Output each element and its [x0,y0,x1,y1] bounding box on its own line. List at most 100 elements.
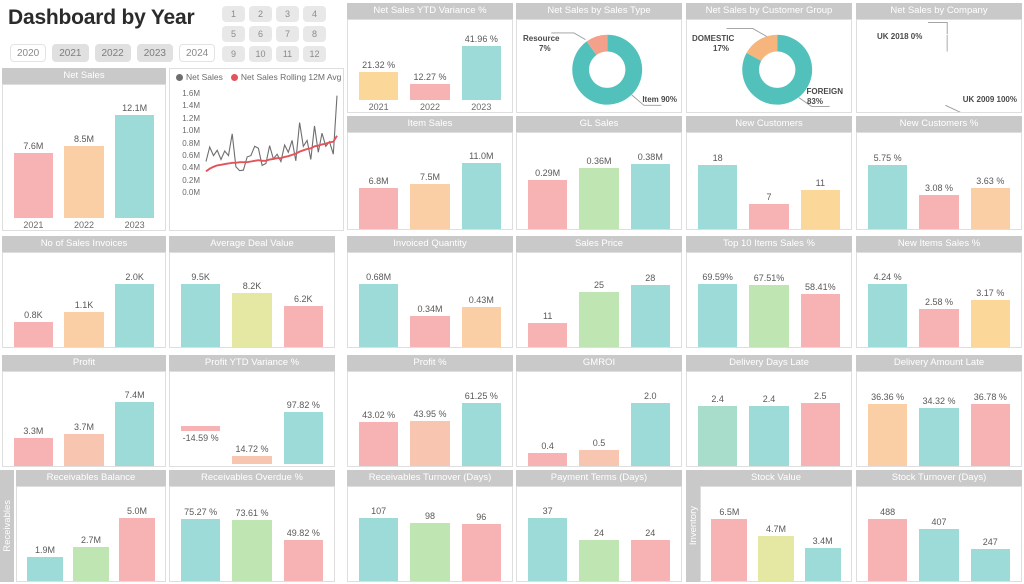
bar-column[interactable]: 11 [522,253,573,347]
bar-column[interactable]: 24 [574,487,625,581]
bar-column[interactable]: 6.8M [353,133,404,229]
bar-column[interactable]: 3.17 % [965,253,1016,347]
month-button-12[interactable]: 12 [303,46,326,62]
bar-rect[interactable] [711,518,748,581]
bar-column[interactable]: 18 [692,133,743,229]
bar-column[interactable]: 11.0M [456,133,507,229]
bar-rect[interactable] [358,421,399,466]
bar-rect[interactable] [697,164,738,229]
bar-column[interactable]: 0.68M [353,253,404,347]
bar-column[interactable]: 5.0M [114,487,160,581]
bar-rect[interactable] [970,549,1011,581]
bar-rect[interactable] [64,145,104,218]
bar-rect[interactable] [358,518,399,581]
bar-rect[interactable] [64,312,104,347]
bar-column[interactable]: 488 [862,487,913,581]
bar-column[interactable]: 25 [574,253,625,347]
bar-column[interactable]: 43.02 % [353,372,404,466]
bar-rect[interactable] [579,167,619,229]
bar-column[interactable]: 1.9M [22,487,68,581]
month-button-9[interactable]: 9 [222,46,245,62]
bar-rect[interactable] [919,407,959,466]
month-button-11[interactable]: 11 [276,46,299,62]
bar-rect[interactable] [461,307,502,347]
bar-column[interactable]: 21.32 % 2021 [353,20,404,112]
bar-rect[interactable] [749,285,789,347]
bar-column[interactable]: 1.1K [59,253,109,347]
bar-column[interactable]: 7.4M [110,372,160,466]
bar-rect[interactable] [800,189,841,229]
bar-column[interactable]: 58.41% [795,253,846,347]
bar-rect[interactable] [115,402,155,466]
month-button-4[interactable]: 4 [303,6,326,22]
bar-column[interactable]: 2.4 [692,372,743,466]
bar-column[interactable]: 6.2K [278,253,329,347]
bar-rect[interactable] [283,305,324,347]
bar-rect[interactable] [757,535,794,581]
bar-column[interactable]: 49.82 % [278,487,329,581]
bar-column[interactable]: 2.4 [744,372,795,466]
bar-column[interactable]: 5.75 % [862,133,913,229]
bar-column[interactable]: 4.7M [753,487,799,581]
bar-column[interactable]: 98 [405,487,456,581]
bar-rect[interactable] [461,45,502,100]
bar-rect[interactable] [630,402,671,466]
bar-column[interactable]: 37 [522,487,573,581]
month-button-2[interactable]: 2 [249,6,272,22]
bar-rect[interactable] [410,84,450,100]
month-slicer[interactable]: 1 2 3 4 5 6 7 8 9 10 11 12 [222,6,326,62]
month-button-7[interactable]: 7 [276,26,299,42]
bar-column[interactable]: 36.78 % [965,372,1016,466]
bar-column[interactable]: 0.38M [625,133,676,229]
bar-column[interactable]: 0.8K [8,253,58,347]
bar-rect[interactable] [64,434,104,466]
bar-rect[interactable] [579,291,619,347]
bar-column[interactable]: 11 [795,133,846,229]
bar-column[interactable]: 0.34M [405,253,456,347]
year-button-2021[interactable]: 2021 [52,44,89,62]
bar-column[interactable]: 9.5K [175,253,226,347]
bar-column[interactable]: 61.25 % [456,372,507,466]
bar-column[interactable]: 247 [965,487,1016,581]
bar-rect[interactable] [527,453,568,466]
bar-rect[interactable] [115,283,155,347]
bar-column[interactable]: 3.08 % [914,133,965,229]
bar-rect[interactable] [919,308,959,347]
bar-rect[interactable] [919,194,959,229]
year-button-2024[interactable]: 2024 [179,44,216,62]
month-button-1[interactable]: 1 [222,6,245,22]
bar-rect[interactable] [630,164,671,229]
bar-column[interactable]: 67.51% [744,253,795,347]
bar-column[interactable]: 6.5M [706,487,752,581]
bar-rect[interactable] [461,524,502,581]
bar-rect[interactable] [970,188,1011,229]
bar-rect[interactable] [527,179,568,229]
bar-column[interactable]: 8.2K [227,253,278,347]
bar-rect[interactable] [461,403,502,466]
bar-column[interactable]: -14.59 % [175,372,226,466]
bar-column[interactable]: 7 [744,133,795,229]
bar-column[interactable]: 0.36M [574,133,625,229]
bar-column[interactable]: 24 [625,487,676,581]
bar-rect[interactable] [749,405,789,466]
bar-column[interactable]: 3.3M [8,372,58,466]
month-button-3[interactable]: 3 [276,6,299,22]
bar-column[interactable]: 34.32 % [914,372,965,466]
bar-column[interactable]: 12.1M 2023 [110,85,160,230]
bar-column[interactable]: 2.0 [625,372,676,466]
month-button-6[interactable]: 6 [249,26,272,42]
bar-rect[interactable] [232,519,272,581]
bar-column[interactable]: 0.4 [522,372,573,466]
bar-column[interactable]: 2.7M [68,487,114,581]
bar-column[interactable]: 2.0K [110,253,160,347]
month-button-5[interactable]: 5 [222,26,245,42]
bar-rect[interactable] [800,293,841,347]
month-button-8[interactable]: 8 [303,26,326,42]
bar-rect[interactable] [13,321,53,347]
bar-rect[interactable] [410,184,450,229]
bar-rect[interactable] [232,456,272,465]
bar-rect[interactable] [232,292,272,347]
bar-column[interactable]: 3.4M [800,487,846,581]
year-button-2023[interactable]: 2023 [136,44,173,62]
bar-column[interactable]: 97.82 % [278,372,329,466]
